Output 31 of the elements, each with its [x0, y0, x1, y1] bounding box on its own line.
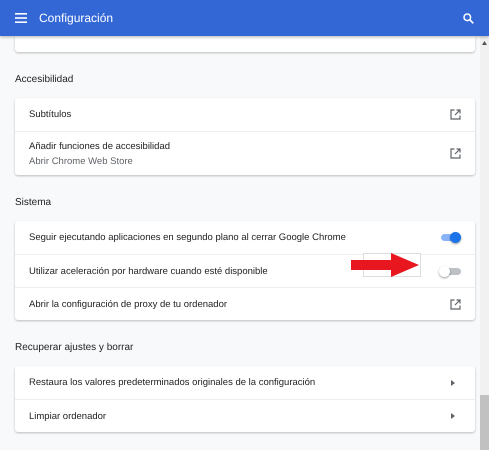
caret-icon[interactable] — [451, 380, 455, 386]
row-label: Utilizar aceleración por hardware cuando esté disponible — [29, 266, 269, 276]
section-title: Accesibilidad — [15, 73, 74, 87]
toggle-switch[interactable] — [439, 266, 461, 276]
menu-icon[interactable] — [15, 13, 27, 23]
row-label: Abrir la configuración de proxy de tu ordenador — [29, 298, 228, 310]
scrollbar-thumb[interactable] — [480, 395, 489, 450]
toggle-switch[interactable] — [439, 232, 461, 243]
section-title: Sistema — [15, 196, 52, 210]
external-link-icon[interactable] — [450, 148, 461, 159]
settings-row[interactable]: Subtítulos — [15, 98, 475, 131]
row-label: Subtítulos — [29, 109, 72, 120]
caret-icon[interactable] — [451, 413, 455, 419]
scrollbar[interactable] — [480, 36, 489, 450]
row-label: Seguir ejecutando aplicaciones en segundo plano al cerrar Google Chrome — [29, 232, 347, 243]
row-label: Añadir funciones de accesibilidad — [29, 140, 172, 152]
page-title: Configuración — [39, 11, 114, 25]
search-icon[interactable] — [463, 12, 474, 24]
external-link-icon[interactable] — [450, 298, 461, 310]
settings-row[interactable]: Abrir la configuración de proxy de tu ordenador — [15, 287, 475, 320]
settings-row[interactable]: Añadir funciones de accesibilidad Abrir Chrome Web Store — [15, 131, 475, 175]
section-title: Recuperar ajustes y borrar — [15, 341, 134, 355]
row-label: Limpiar ordenador — [29, 410, 108, 422]
external-link-icon[interactable] — [450, 109, 461, 120]
settings-row[interactable]: Limpiar ordenador — [15, 399, 475, 432]
row-sublabel: Abrir Chrome Web Store — [29, 156, 134, 166]
settings-row[interactable]: Seguir ejecutando aplicaciones en segundo plano al cerrar Google Chrome — [15, 221, 475, 254]
scroll-up-icon[interactable] — [482, 41, 487, 45]
row-label: Restaura los valores predeterminados originales de la configuración — [29, 377, 316, 388]
settings-row[interactable]: Restaura los valores predeterminados originales de la configuración — [15, 366, 475, 399]
settings-row[interactable]: Utilizar aceleración por hardware cuando esté disponible — [15, 254, 475, 287]
